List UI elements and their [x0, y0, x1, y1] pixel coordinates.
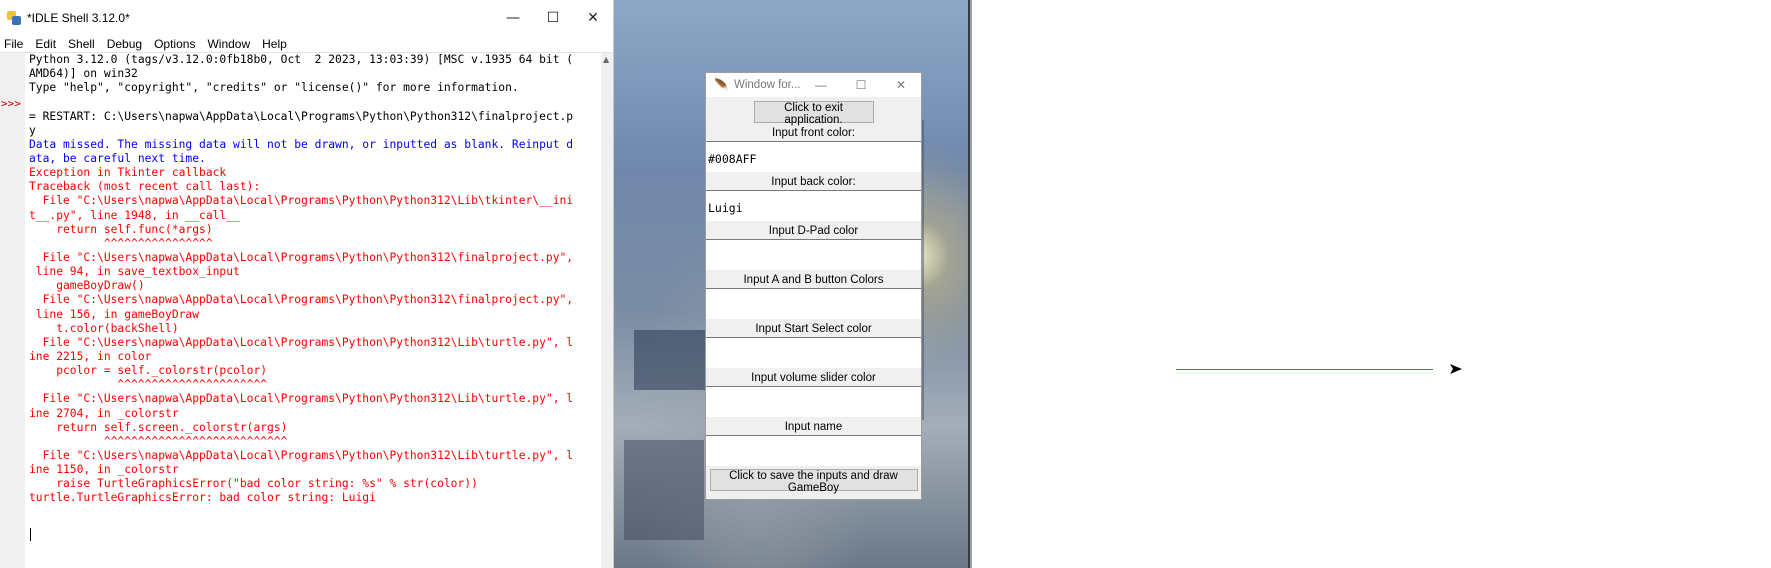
tk-close-button[interactable]: ✕	[881, 78, 921, 92]
volume-slider-color-label: Input volume slider color	[751, 372, 876, 384]
tk-titlebar[interactable]: 🪶 Window for... — ☐ ✕	[706, 73, 921, 97]
menu-file[interactable]: File	[4, 37, 23, 51]
shell-line: Type "help", "copyright", "credits" or "…	[29, 81, 519, 95]
shell-line: Traceback (most recent call last):	[29, 180, 261, 194]
shell-line: return self.screen._colorstr(args)	[29, 420, 288, 434]
python-idle-icon	[7, 11, 21, 25]
shell-line: raise TurtleGraphicsError("bad color str…	[29, 477, 478, 491]
close-button[interactable]: ✕	[573, 0, 613, 36]
shell-line: Data missed. The missing data will not b…	[29, 137, 574, 151]
shell-line: turtle.TurtleGraphicsError: bad color st…	[29, 491, 376, 505]
shell-line: line 156, in gameBoyDraw	[29, 307, 200, 321]
exit-application-button[interactable]: Click to exit application.	[753, 101, 874, 126]
dpad-color-label: Input D-Pad color	[768, 225, 859, 237]
shell-line: t__.py", line 1948, in __call__	[29, 208, 240, 222]
shell-line: ine 2215, in color	[29, 349, 152, 363]
turtle-canvas	[972, 0, 1771, 568]
shell-line: File "C:\Users\napwa\AppData\Local\Progr…	[29, 335, 574, 349]
tk-minimize-button[interactable]: —	[801, 78, 841, 92]
turtle-drawn-line	[1176, 369, 1433, 370]
dpad-color-input[interactable]	[706, 239, 921, 270]
ab-button-color-label: Input A and B button Colors	[743, 274, 884, 286]
shell-line: ^^^^^^^^^^^^^^^^^^^^^^^^^^^	[29, 434, 288, 448]
shell-line: t.color(backShell)	[29, 321, 179, 335]
shell-line: File "C:\Users\napwa\AppData\Local\Progr…	[29, 250, 574, 264]
name-label: Input name	[784, 421, 843, 433]
menu-edit[interactable]: Edit	[35, 37, 56, 51]
turtle-cursor-icon	[1450, 364, 1462, 374]
shell-line: line 94, in save_textbox_input	[29, 265, 240, 279]
tk-maximize-button[interactable]: ☐	[841, 78, 881, 92]
idle-shell-window: *IDLE Shell 3.12.0* — ☐ ✕ File Edit Shel…	[0, 0, 614, 568]
shell-line: y	[29, 123, 36, 137]
volume-slider-color-input[interactable]	[706, 386, 921, 417]
shell-line: return self.func(*args)	[29, 222, 213, 236]
scroll-up-arrow-icon[interactable]: ▲	[603, 55, 609, 64]
shell-line: File "C:\Users\napwa\AppData\Local\Progr…	[29, 293, 574, 307]
back-color-label: Input back color:	[771, 176, 856, 188]
back-color-input[interactable]	[706, 190, 921, 221]
shell-line: Exception in Tkinter callback	[29, 166, 227, 180]
feather-icon: 🪶	[714, 78, 729, 92]
name-input[interactable]	[706, 435, 921, 466]
save-and-draw-button[interactable]: Click to save the inputs and draw GameBo…	[709, 469, 918, 494]
shell-line: = RESTART: C:\Users\napwa\AppData\Local\…	[29, 109, 574, 123]
shell-line: gameBoyDraw()	[29, 279, 145, 293]
tkinter-input-window: 🪶 Window for... — ☐ ✕ Click to exit appl…	[705, 72, 922, 500]
maximize-button[interactable]: ☐	[533, 0, 573, 36]
shell-line: pcolor = self._colorstr(pcolor)	[29, 364, 268, 378]
menu-debug[interactable]: Debug	[107, 37, 142, 51]
shell-line: ine 2704, in _colorstr	[29, 406, 179, 420]
start-select-color-label: Input Start Select color	[755, 323, 872, 335]
shell-line: ^^^^^^^^^^^^^^^^^^^^^^	[29, 378, 268, 392]
ab-button-color-input[interactable]	[706, 288, 921, 319]
tk-window-title: Window for...	[734, 79, 801, 91]
shell-line: AMD64)] on win32	[29, 67, 138, 81]
idle-window-title: *IDLE Shell 3.12.0*	[27, 11, 130, 25]
vertical-scrollbar[interactable]: ▲	[601, 53, 613, 568]
shell-output-area[interactable]: >>> Python 3.12.0 (tags/v3.12.0:0fb18b0,…	[0, 53, 613, 568]
shell-line: Python 3.12.0 (tags/v3.12.0:0fb18b0, Oct…	[29, 53, 574, 66]
idle-titlebar[interactable]: *IDLE Shell 3.12.0* — ☐ ✕	[0, 0, 613, 36]
shell-line: ata, be careful next time.	[29, 151, 206, 165]
menu-window[interactable]: Window	[207, 37, 250, 51]
shell-line: File "C:\Users\napwa\AppData\Local\Progr…	[29, 448, 574, 462]
shell-line: ine 1150, in _colorstr	[29, 463, 179, 477]
menu-shell[interactable]: Shell	[68, 37, 95, 51]
prompt-gutter: >>>	[0, 53, 25, 568]
shell-text[interactable]: Python 3.12.0 (tags/v3.12.0:0fb18b0, Oct…	[29, 53, 599, 568]
minimize-button[interactable]: —	[493, 0, 533, 36]
shell-line: ^^^^^^^^^^^^^^^^	[29, 236, 213, 250]
idle-menubar: File Edit Shell Debug Options Window Hel…	[0, 36, 613, 53]
front-color-label: Input front color:	[771, 127, 856, 139]
front-color-input[interactable]	[706, 141, 921, 172]
shell-prompt: >>>	[1, 97, 21, 110]
menu-options[interactable]: Options	[154, 37, 195, 51]
shell-line: File "C:\Users\napwa\AppData\Local\Progr…	[29, 392, 574, 406]
text-cursor	[30, 528, 31, 541]
start-select-color-input[interactable]	[706, 337, 921, 368]
menu-help[interactable]: Help	[262, 37, 287, 51]
shell-line: File "C:\Users\napwa\AppData\Local\Progr…	[29, 194, 574, 208]
